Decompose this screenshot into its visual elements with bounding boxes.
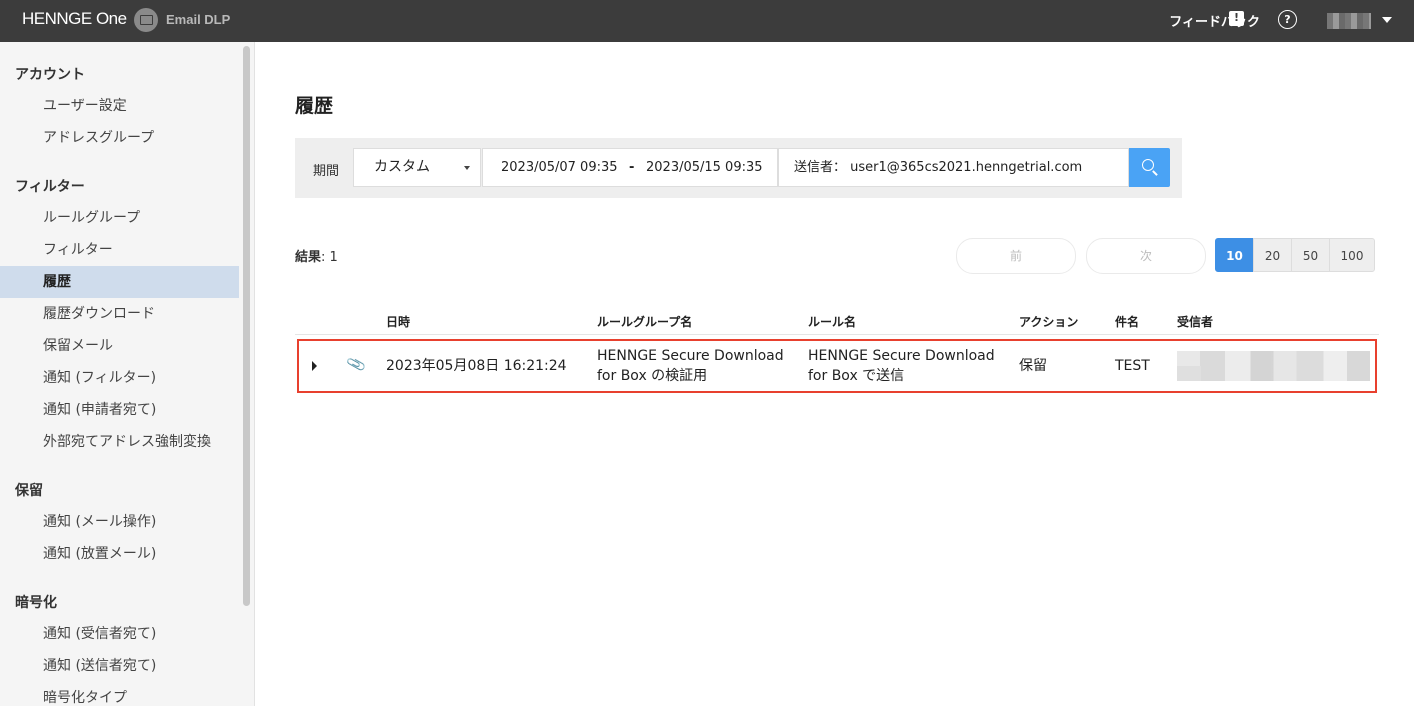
next-page-button[interactable]: 次 <box>1086 238 1206 274</box>
page-size-100[interactable]: 100 <box>1329 238 1375 272</box>
row-rule-line1: HENNGE Secure Download <box>808 348 995 364</box>
column-header-rule-group[interactable]: ルールグループ名 <box>597 313 692 330</box>
sidebar-section-hold: 保留 <box>15 483 43 499</box>
sidebar: アカウント ユーザー設定 アドレスグループ フィルター ルールグループ フィルタ… <box>0 42 255 706</box>
results-label: 結果 <box>295 250 322 265</box>
sidebar-item-notify-neglected-mail[interactable]: 通知 (放置メール) <box>0 538 239 570</box>
row-action: 保留 <box>1019 358 1047 374</box>
date-start[interactable]: 2023/05/07 09:35 <box>501 149 618 186</box>
row-recipient-redacted <box>1177 351 1370 381</box>
sidebar-section-filter: フィルター <box>15 179 85 195</box>
sidebar-item-notify-mail-operation[interactable]: 通知 (メール操作) <box>0 506 239 538</box>
page-size-selector: 10 20 50 100 <box>1215 238 1375 272</box>
table-divider <box>295 334 1379 335</box>
page-title: 履歴 <box>295 95 334 117</box>
column-header-datetime[interactable]: 日時 <box>386 313 410 330</box>
results-count: 結果: 1 <box>295 246 338 265</box>
feedback-link[interactable]: フィードバック <box>1169 11 1260 30</box>
sidebar-item-notify-filter[interactable]: 通知 (フィルター) <box>0 362 239 394</box>
column-header-subject[interactable]: 件名 <box>1115 313 1139 330</box>
search-icon <box>1142 159 1154 171</box>
column-header-rule[interactable]: ルール名 <box>808 313 856 330</box>
date-separator: - <box>629 160 635 175</box>
expand-row-icon[interactable] <box>312 361 317 371</box>
page-size-10[interactable]: 10 <box>1215 238 1254 272</box>
row-datetime: 2023年05月08日 16:21:24 <box>386 358 567 374</box>
sidebar-item-history[interactable]: 履歴 <box>0 266 239 298</box>
column-header-action[interactable]: アクション <box>1019 313 1078 330</box>
user-menu-caret-icon[interactable] <box>1382 17 1392 23</box>
period-select[interactable]: カスタム <box>353 148 481 187</box>
sidebar-item-notify-recipient[interactable]: 通知 (受信者宛て) <box>0 618 239 650</box>
column-header-recipient[interactable]: 受信者 <box>1177 313 1213 330</box>
sidebar-item-held-mail[interactable]: 保留メール <box>0 330 239 362</box>
sidebar-item-notify-sender[interactable]: 通知 (送信者宛て) <box>0 650 239 682</box>
brand-logo[interactable]: HENNGE One <box>22 9 127 29</box>
sidebar-item-external-address-conversion[interactable]: 外部宛てアドレス強制変換 <box>0 426 239 458</box>
date-range-input[interactable]: 2023/05/07 09:35 - 2023/05/15 09:35 <box>482 148 778 187</box>
period-label: 期間 <box>313 164 340 179</box>
row-subject: TEST <box>1115 358 1150 374</box>
user-avatar[interactable] <box>1327 13 1371 29</box>
sidebar-item-user-settings[interactable]: ユーザー設定 <box>0 90 239 122</box>
chevron-down-icon <box>464 166 470 170</box>
sidebar-item-filter[interactable]: フィルター <box>0 234 239 266</box>
product-name: Email DLP <box>166 12 231 27</box>
mail-icon <box>134 8 158 32</box>
row-rule-group-line1: HENNGE Secure Download <box>597 348 784 364</box>
top-bar: HENNGE One Email DLP フィードバック ! ? <box>0 0 1414 42</box>
sender-filter-input[interactable]: 送信者： user1@365cs2021.henngetrial.com <box>778 148 1129 187</box>
prev-page-button[interactable]: 前 <box>956 238 1076 274</box>
sidebar-item-rule-group[interactable]: ルールグループ <box>0 202 239 234</box>
help-icon[interactable]: ? <box>1278 10 1297 29</box>
sidebar-section-encryption: 暗号化 <box>15 595 57 611</box>
sidebar-scrollbar[interactable] <box>243 46 250 606</box>
sidebar-item-encryption-type[interactable]: 暗号化タイプ <box>0 682 239 706</box>
feedback-icon[interactable]: ! <box>1229 11 1244 26</box>
sidebar-item-address-group[interactable]: アドレスグループ <box>0 122 239 154</box>
search-button[interactable] <box>1129 148 1170 187</box>
results-value: : 1 <box>321 250 338 265</box>
page-size-50[interactable]: 50 <box>1291 238 1330 272</box>
period-select-value: カスタム <box>374 159 430 175</box>
sidebar-item-notify-applicant[interactable]: 通知 (申請者宛て) <box>0 394 239 426</box>
row-rule-group-line2: for Box の検証用 <box>597 368 708 384</box>
date-end[interactable]: 2023/05/15 09:35 <box>646 149 763 186</box>
row-rule-line2: for Box で送信 <box>808 368 905 384</box>
sidebar-item-history-download[interactable]: 履歴ダウンロード <box>0 298 239 330</box>
page-size-20[interactable]: 20 <box>1253 238 1292 272</box>
sidebar-section-account: アカウント <box>15 67 85 83</box>
